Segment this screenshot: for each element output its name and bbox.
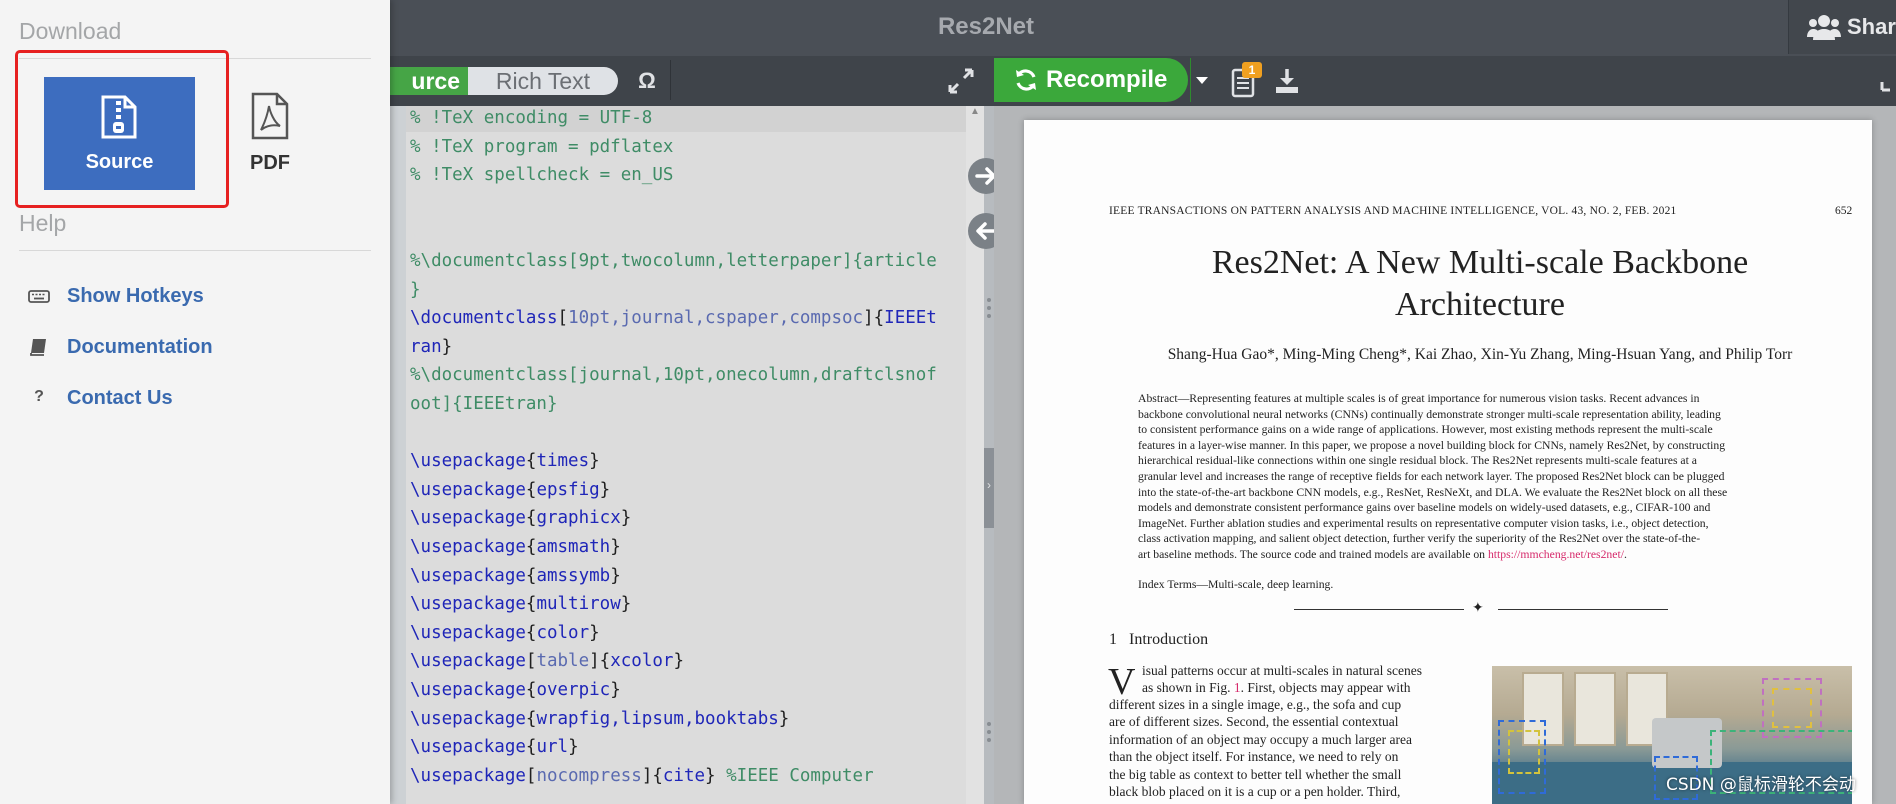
code-line: } <box>410 279 421 300</box>
editor-gutter <box>390 106 406 804</box>
rich-text-toggle[interactable]: Rich Text <box>468 67 618 95</box>
figure-reference-link[interactable]: 1 <box>1234 680 1241 695</box>
body-line: as shown in Fig. 1. First, objects may a… <box>1142 680 1411 695</box>
pdf-label: PDF <box>250 152 290 174</box>
splitter-grip-icon <box>987 722 991 726</box>
splitter-grip-icon <box>987 730 991 734</box>
rule-ornament: ✦ <box>1472 601 1484 616</box>
download-pdf-button[interactable]: PDF <box>240 90 300 190</box>
contact-us-link[interactable]: ? Contact Us <box>28 384 328 412</box>
recompile-button[interactable]: Recompile <box>994 58 1188 102</box>
code-line: \usepackage[table]{xcolor} <box>410 651 684 672</box>
index-terms: Index Terms—Multi-scale, deep learning. <box>1138 578 1334 591</box>
section-rule <box>1498 609 1668 610</box>
abstract-line: Abstract—Representing features at multip… <box>1138 392 1700 405</box>
show-hotkeys-link[interactable]: Show Hotkeys <box>28 282 328 310</box>
symbol-palette-button[interactable]: Ω <box>632 66 662 96</box>
expand-icon[interactable] <box>946 66 976 96</box>
code-line: \usepackage{color} <box>410 622 600 643</box>
users-icon <box>1807 15 1841 40</box>
paper-authors: Shang-Hua Gao*, Ming-Ming Cheng*, Kai Zh… <box>1167 346 1793 363</box>
collapse-pdf-icon[interactable] <box>1876 68 1896 96</box>
code-line: % !TeX encoding = UTF-8 <box>410 108 653 128</box>
recompile-divider <box>1190 58 1191 102</box>
download-heading: Download <box>19 18 122 44</box>
code-line: \usepackage{wrapfig,lipsum,booktabs} <box>410 708 790 729</box>
abstract-line: granular level and increases the range o… <box>1138 470 1725 483</box>
code-line: \usepackage{overpic} <box>410 680 621 700</box>
splitter-grip-icon <box>987 738 991 742</box>
paper-title: Res2Net: A New Multi-scale Backbone <box>1211 244 1749 281</box>
abstract-line: features in a layer-wise manner. In this… <box>1138 438 1726 452</box>
book-icon <box>30 339 46 356</box>
abstract-line: models and demonstrate consistent perfor… <box>1138 501 1711 515</box>
chevron-right-icon: › <box>987 478 991 492</box>
logs-count-badge: 1 <box>1242 62 1262 78</box>
code-line: \usepackage[nocompress]{cite} %IEEE Comp… <box>410 765 874 786</box>
body-line: information of an object may occupy a mu… <box>1109 731 1412 747</box>
code-line: \usepackage{graphicx} <box>410 508 632 529</box>
help-heading: Help <box>19 210 67 236</box>
project-title: Res2Net <box>937 13 1035 40</box>
download-icon[interactable] <box>1272 66 1302 96</box>
code-line: oot]{IEEEtran} <box>410 394 558 414</box>
scroll-up-arrow-icon[interactable]: ▲ <box>970 106 980 118</box>
code-line: % !TeX program = pdflatex <box>410 136 674 157</box>
code-line: \usepackage{amsmath} <box>410 537 621 557</box>
abstract-line: class activation mapping, and salient ob… <box>1138 532 1701 546</box>
refresh-icon <box>1016 69 1036 91</box>
code-line: ran} <box>410 336 453 357</box>
keyboard-icon <box>28 290 50 303</box>
abstract-line: hierarchical residual-like connections w… <box>1138 454 1697 468</box>
body-line: different sizes in a single image, e.g.,… <box>1109 697 1402 712</box>
body-line: are of different sizes. Second, the esse… <box>1109 714 1399 730</box>
section-heading: 1 Introduction <box>1109 631 1209 648</box>
abstract-line: into the state-of-the-art backbone CNN m… <box>1138 485 1728 499</box>
editor-scrollbar[interactable] <box>966 106 984 804</box>
splitter-grip-icon <box>987 306 991 310</box>
paper-title: Architecture <box>1395 286 1565 323</box>
code-line: \documentclass[10pt,journal,cspaper,comp… <box>410 308 937 329</box>
code-line: \usepackage{times} <box>410 451 600 472</box>
journal-header: IEEE TRANSACTIONS ON PATTERN ANALYSIS AN… <box>1109 205 1677 217</box>
pdf-file-icon <box>251 92 289 140</box>
body-line: the big table as context to better tell … <box>1109 766 1402 782</box>
splitter-grip-icon <box>987 298 991 302</box>
share-label: Share <box>1847 14 1896 39</box>
body-line: isual patterns occur at multi-scales in … <box>1142 663 1423 678</box>
watermark: CSDN @鼠标滑轮不会动 <box>1666 775 1856 795</box>
highlight-annotation <box>15 50 229 208</box>
project-link[interactable]: https://mmcheng.net/res2net/ <box>1488 548 1624 561</box>
code-line: \usepackage{epsfig} <box>410 479 611 500</box>
collapse-handle[interactable]: › <box>984 448 994 528</box>
code-line: \usepackage{url} <box>410 737 579 758</box>
share-button[interactable]: Share <box>1788 0 1896 54</box>
dropcap: V <box>1108 661 1136 703</box>
code-line: % !TeX spellcheck = en_US <box>410 165 674 186</box>
toolbar-divider <box>670 60 671 100</box>
code-line: \usepackage{multirow} <box>410 594 632 615</box>
question-icon: ? <box>34 388 44 405</box>
abstract-line: art baseline methods. The source code an… <box>1138 548 1627 561</box>
code-line: \usepackage{amssymb} <box>410 565 621 586</box>
code-line: %\documentclass[journal,10pt,onecolumn,d… <box>410 365 937 386</box>
code-line: %\documentclass[9pt,twocolumn,letterpape… <box>410 251 937 271</box>
splitter-grip-icon <box>987 314 991 318</box>
body-line: than the object itself. For instance, we… <box>1109 749 1399 765</box>
menu-divider <box>19 250 371 251</box>
abstract-line: backbone convolutional neural networks (… <box>1138 407 1721 421</box>
section-rule <box>1294 609 1464 610</box>
source-editor-toggle[interactable]: urce <box>390 67 468 95</box>
body-line: black blob placed on it is a cup or a pe… <box>1109 784 1401 799</box>
documentation-link[interactable]: Documentation <box>28 333 328 361</box>
page-number: 652 <box>1835 205 1853 217</box>
chevron-down-icon[interactable] <box>1192 58 1212 102</box>
recompile-label: Recompile <box>1046 66 1168 93</box>
abstract-line: ImageNet. Further ablation studies and e… <box>1138 516 1709 530</box>
abstract-line: to consistent performance gains on a wid… <box>1138 423 1713 437</box>
